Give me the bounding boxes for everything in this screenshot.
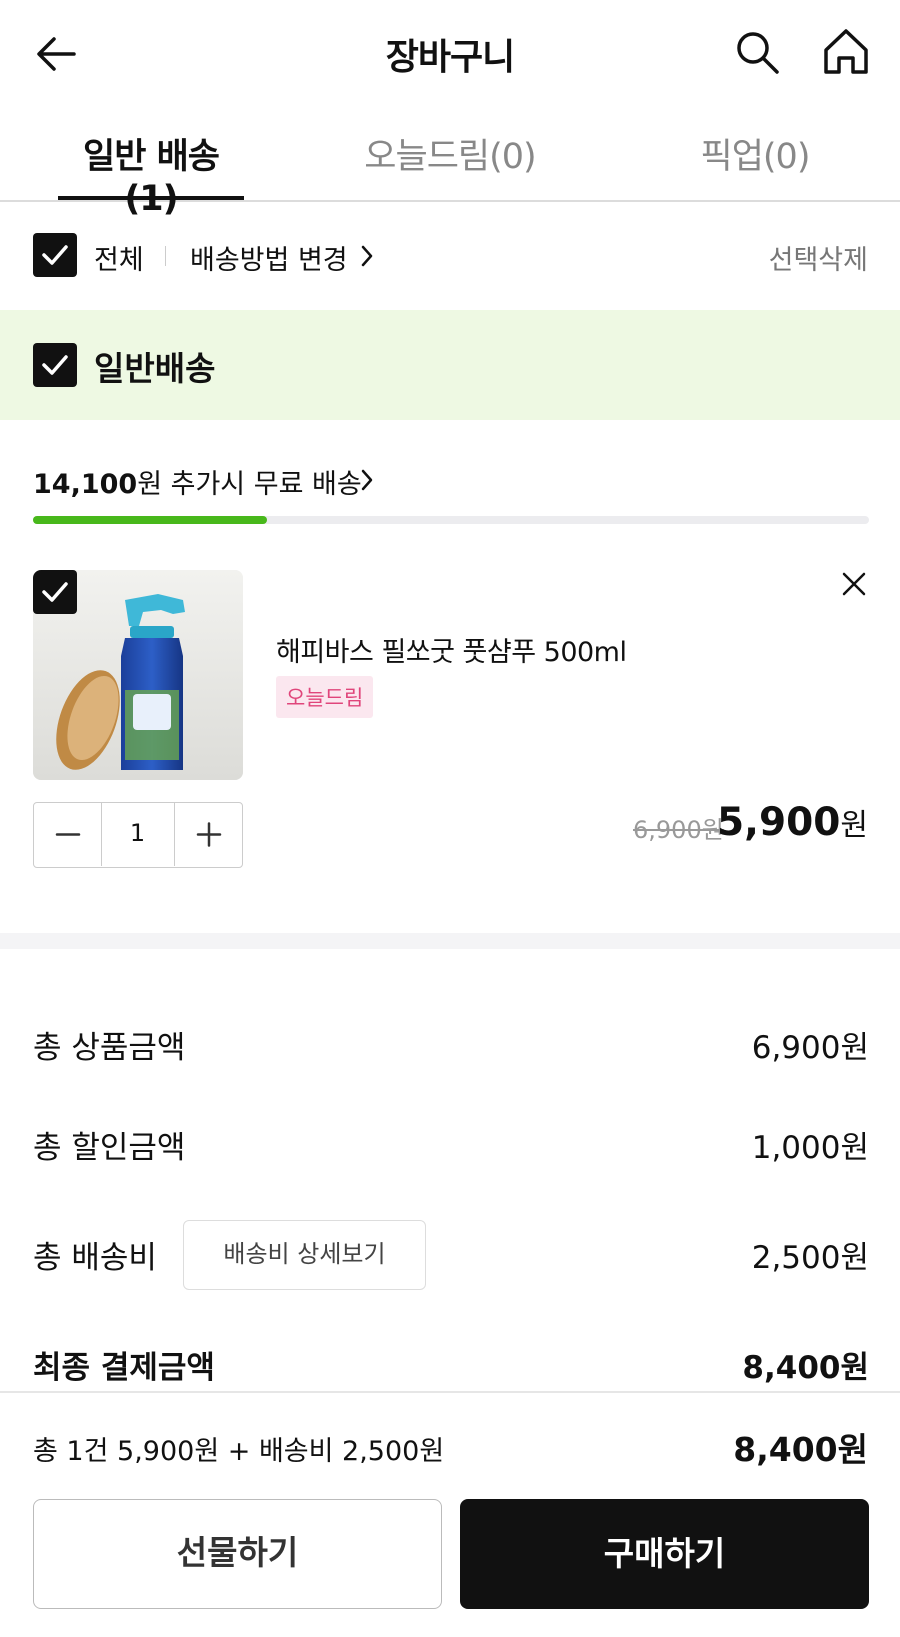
sale-price-unit: 원: [840, 808, 868, 843]
change-delivery-method-link[interactable]: 배송방법 변경: [190, 238, 348, 277]
total-discount-row: 총 할인금액 1,000원: [33, 1122, 869, 1167]
free-shipping-amount: 14,100: [33, 469, 138, 500]
product-name[interactable]: 해피바스 필쏘굿 풋샴푸 500ml: [276, 630, 627, 669]
chevron-right-icon[interactable]: [360, 244, 374, 268]
increase-quantity-button[interactable]: [174, 803, 242, 866]
sale-price-value: 5,900: [717, 800, 841, 845]
total-discount-value: 1,000원: [751, 1130, 869, 1166]
product-checkbox[interactable]: [33, 570, 77, 614]
quantity-value[interactable]: 1: [102, 819, 173, 847]
free-shipping-progress-fill: [33, 516, 268, 524]
total-shipping-value: 2,500원: [751, 1240, 869, 1276]
delivery-group-header: 일반배송: [0, 310, 900, 420]
search-icon[interactable]: [733, 28, 783, 78]
total-discount-label: 총 할인금액: [33, 1130, 186, 1166]
check-icon: [42, 355, 68, 375]
product-image[interactable]: [33, 570, 243, 780]
select-all-checkbox[interactable]: [33, 233, 77, 277]
order-total: 8,400원: [733, 1430, 868, 1469]
total-product-amount-row: 총 상품금액 6,900원: [33, 1022, 869, 1067]
free-shipping-text: 원 추가시 무료 배송: [137, 469, 362, 500]
tab-general-delivery[interactable]: 일반 배송(1): [58, 128, 244, 219]
group-label: 일반배송: [94, 349, 216, 388]
checkout-footer: 총 1건 5,900원 + 배송비 2,500원 8,400원 선물하기 구매하…: [0, 1391, 900, 1637]
shipping-detail-button[interactable]: 배송비 상세보기: [183, 1220, 426, 1290]
total-product-label: 총 상품금액: [33, 1030, 186, 1066]
decrease-quantity-button[interactable]: [34, 803, 102, 866]
delete-selected-button[interactable]: 선택삭제: [769, 238, 868, 277]
check-icon: [42, 245, 68, 265]
select-bar: 전체 배송방법 변경 선택삭제: [0, 202, 900, 310]
order-summary-text: 총 1건 5,900원 + 배송비 2,500원: [33, 1436, 445, 1467]
total-shipping-row: 총 배송비 2,500원: [33, 1232, 869, 1277]
home-icon[interactable]: [820, 26, 872, 78]
tab-pickup[interactable]: 픽업(0): [680, 128, 830, 198]
final-payment-label: 최종 결제금액: [33, 1350, 215, 1386]
plus-icon: [196, 822, 222, 847]
chevron-right-icon[interactable]: [360, 468, 374, 492]
remove-product-icon[interactable]: [838, 568, 870, 600]
quantity-stepper: 1: [33, 802, 243, 868]
minus-icon: [55, 833, 81, 836]
header: 장바구니: [0, 0, 900, 104]
select-all-label[interactable]: 전체: [94, 238, 144, 277]
section-divider: [0, 933, 900, 949]
gift-button[interactable]: 선물하기: [33, 1499, 442, 1609]
sale-price: 5,900원: [717, 800, 868, 845]
tab-today-dream[interactable]: 오늘드림(0): [350, 128, 550, 198]
total-product-value: 6,900원: [751, 1030, 869, 1066]
buy-button[interactable]: 구매하기: [460, 1499, 869, 1609]
delivery-tabs: 일반 배송(1) 오늘드림(0) 픽업(0): [0, 110, 900, 219]
free-shipping-notice[interactable]: 14,100원 추가시 무료 배송: [33, 462, 362, 501]
today-dream-badge: 오늘드림: [276, 676, 374, 718]
free-shipping-progress: [33, 516, 869, 524]
group-checkbox[interactable]: [33, 343, 77, 387]
active-tab-indicator: [58, 196, 244, 200]
final-payment-row: 최종 결제금액 8,400원: [33, 1342, 869, 1387]
final-payment-value: 8,400원: [742, 1350, 869, 1386]
original-price: 6,900원: [633, 816, 724, 844]
total-shipping-label: 총 배송비: [33, 1240, 157, 1276]
divider: [165, 246, 166, 266]
check-icon: [42, 582, 68, 602]
